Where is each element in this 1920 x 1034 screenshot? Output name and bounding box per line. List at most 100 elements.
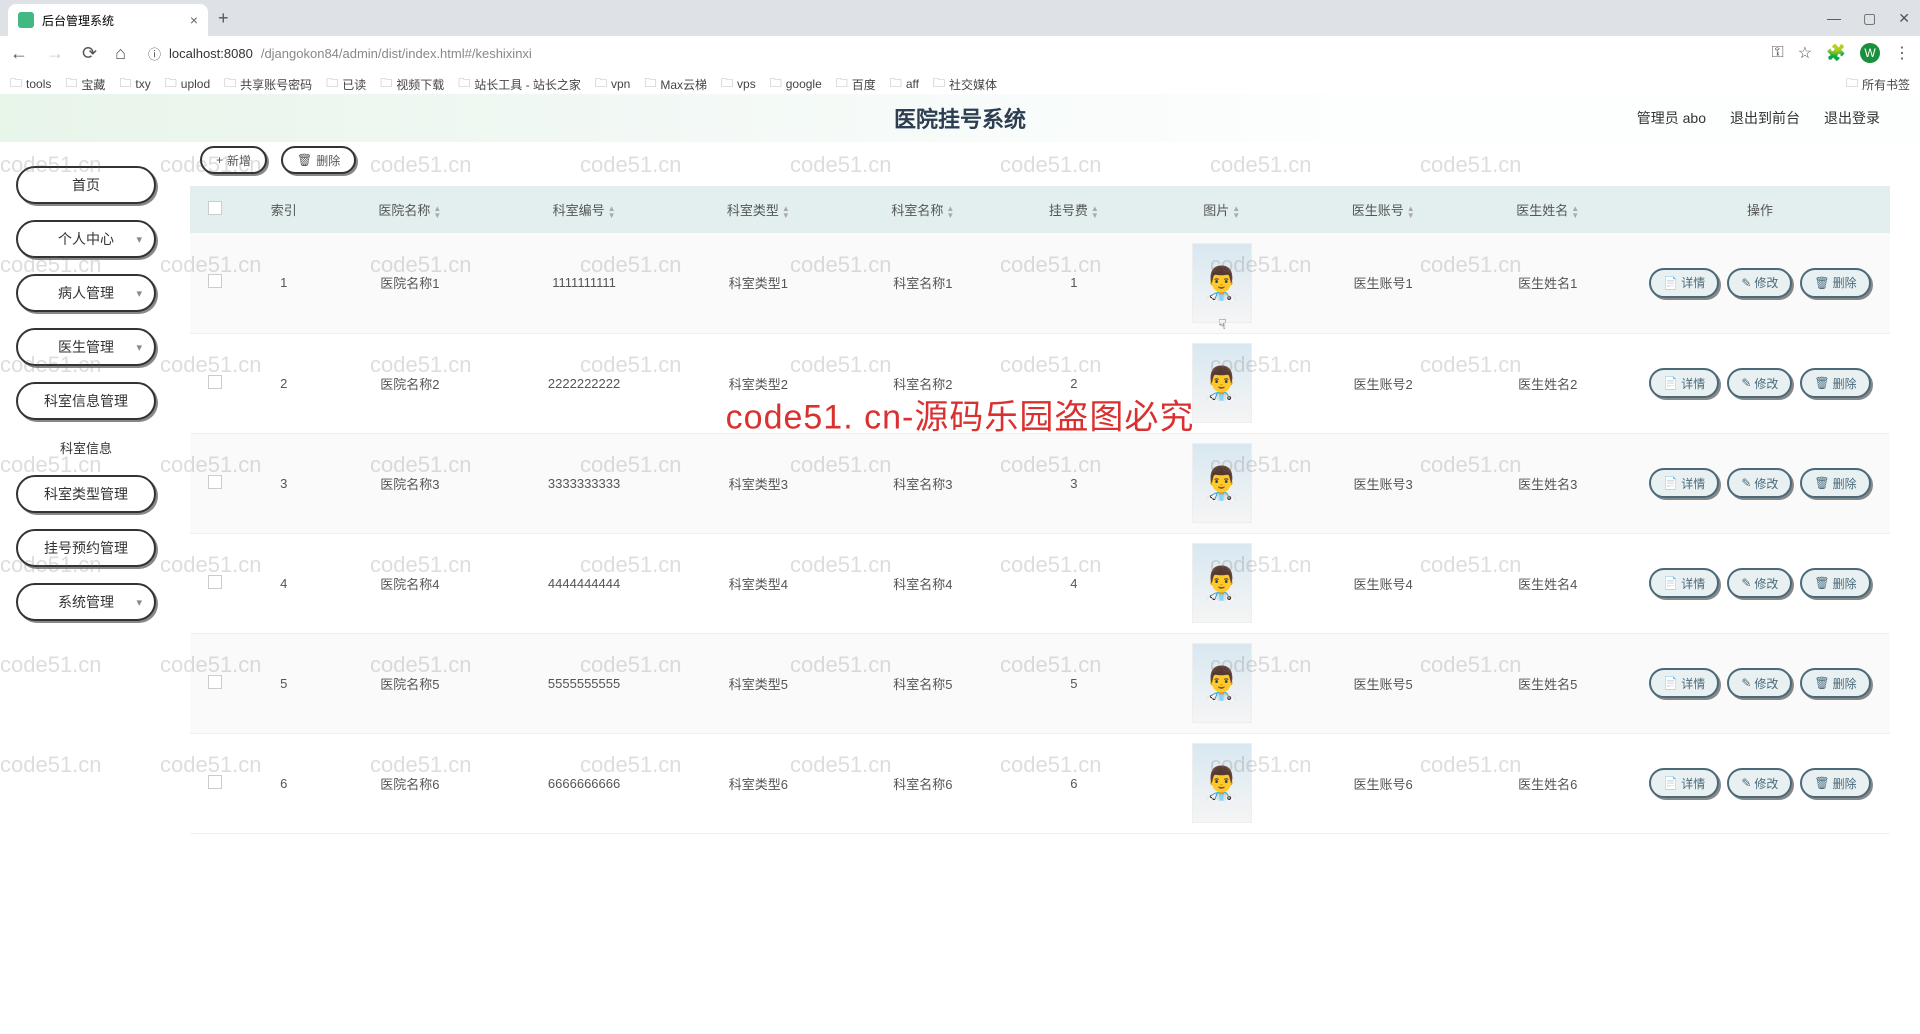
sort-icon[interactable]: ▲▼ [1232, 205, 1240, 219]
extensions-icon[interactable]: 🧩 [1826, 43, 1846, 63]
table-header-cell[interactable]: 科室编号▲▼ [492, 186, 676, 233]
sort-icon[interactable]: ▲▼ [608, 205, 616, 219]
row-checkbox[interactable] [208, 675, 222, 689]
sidebar-item[interactable]: 系统管理▾ [16, 583, 156, 621]
doctor-image[interactable] [1192, 543, 1252, 623]
nav-home-icon[interactable]: ⌂ [115, 43, 126, 64]
bookmark-item[interactable]: 🗀 vps [721, 74, 756, 95]
bookmark-item[interactable]: 🗀 视频下载 [380, 74, 444, 95]
sort-icon[interactable]: ▲▼ [946, 205, 954, 219]
table-header-cell[interactable]: 医生姓名▲▼ [1465, 186, 1630, 233]
detail-button[interactable]: 📄详情 [1649, 768, 1719, 798]
nav-back-icon[interactable]: ← [10, 43, 28, 64]
row-checkbox[interactable] [208, 475, 222, 489]
table-header-cell[interactable]: 医生账号▲▼ [1301, 186, 1466, 233]
add-button[interactable]: + 新增 [200, 146, 267, 174]
table-cell [1143, 533, 1301, 633]
doctor-image[interactable] [1192, 343, 1252, 423]
sort-icon[interactable]: ▲▼ [1091, 205, 1099, 219]
sidebar-item[interactable]: 首页 [16, 166, 156, 204]
header-label: 挂号费 [1049, 203, 1088, 218]
doctor-image[interactable] [1192, 643, 1252, 723]
sidebar-sub-item[interactable]: 科室信息 [16, 432, 156, 463]
row-checkbox[interactable] [208, 775, 222, 789]
bookmark-item[interactable]: 🗀 站长工具 - 站长之家 [458, 74, 581, 95]
sort-icon[interactable]: ▲▼ [1571, 205, 1579, 219]
sidebar-item[interactable]: 个人中心▾ [16, 220, 156, 258]
exit-front-link[interactable]: 退出到前台 [1730, 108, 1800, 128]
row-delete-button[interactable]: 🗑删除 [1800, 768, 1870, 798]
bookmark-item[interactable]: 🗀 宝藏 [65, 74, 105, 95]
table-header-cell[interactable]: 图片▲▼ [1143, 186, 1301, 233]
row-delete-button[interactable]: 🗑删除 [1800, 468, 1870, 498]
url-input[interactable]: ⓘ localhost:8080/djangokon84/admin/dist/… [138, 39, 1760, 67]
row-delete-button[interactable]: 🗑删除 [1800, 668, 1870, 698]
bookmark-item[interactable]: 🗀 百度 [836, 74, 876, 95]
select-all-checkbox[interactable] [208, 201, 222, 215]
all-bookmarks[interactable]: 🗀 所有书签 [1846, 74, 1910, 95]
bookmark-item[interactable]: 🗀 txy [119, 74, 150, 95]
detail-button[interactable]: 📄详情 [1649, 468, 1719, 498]
bookmark-item[interactable]: 🗀 社交媒体 [933, 74, 997, 95]
bookmark-item[interactable]: 🗀 tools [10, 74, 51, 95]
edit-button[interactable]: ✎修改 [1727, 368, 1792, 398]
minimize-icon[interactable]: — [1827, 10, 1841, 26]
table-header-cell[interactable]: 科室名称▲▼ [841, 186, 1006, 233]
sidebar-item[interactable]: 医生管理▾ [16, 328, 156, 366]
folder-icon: 🗀 [836, 74, 848, 95]
sidebar-item[interactable]: 挂号预约管理 [16, 529, 156, 567]
sort-icon[interactable]: ▲▼ [1407, 205, 1415, 219]
tab-add-icon[interactable]: + [218, 8, 229, 29]
sidebar-item[interactable]: 科室信息管理 [16, 382, 156, 420]
delete-button[interactable]: 🗑 删除 [281, 146, 356, 174]
doctor-image[interactable] [1192, 443, 1252, 523]
bookmark-item[interactable]: 🗀 Max云梯 [644, 74, 707, 95]
table-cell [1143, 633, 1301, 733]
row-checkbox[interactable] [208, 274, 222, 288]
row-delete-button[interactable]: 🗑删除 [1800, 368, 1870, 398]
tab-title: 后台管理系统 [42, 12, 114, 29]
edit-button[interactable]: ✎修改 [1727, 468, 1792, 498]
edit-button[interactable]: ✎修改 [1727, 568, 1792, 598]
detail-button[interactable]: 📄详情 [1649, 668, 1719, 698]
edit-button[interactable]: ✎修改 [1727, 668, 1792, 698]
row-checkbox[interactable] [208, 575, 222, 589]
logout-link[interactable]: 退出登录 [1824, 108, 1880, 128]
profile-badge[interactable]: W [1860, 43, 1880, 63]
tab-close-icon[interactable]: × [190, 12, 198, 28]
doctor-image[interactable] [1192, 743, 1252, 823]
detail-button[interactable]: 📄详情 [1649, 368, 1719, 398]
bookmark-item[interactable]: 🗀 已读 [326, 74, 366, 95]
bookmark-item[interactable]: 🗀 vpn [595, 74, 630, 95]
password-key-icon[interactable]: ⚿ [1772, 44, 1784, 62]
edit-button[interactable]: ✎修改 [1727, 268, 1792, 298]
bookmark-item[interactable]: 🗀 uplod [165, 74, 210, 95]
table-header-cell[interactable]: 科室类型▲▼ [676, 186, 841, 233]
edit-button[interactable]: ✎修改 [1727, 768, 1792, 798]
sidebar-item-label: 首页 [72, 175, 100, 195]
doctor-image[interactable] [1192, 243, 1252, 323]
sort-icon[interactable]: ▲▼ [782, 205, 790, 219]
maximize-icon[interactable]: ▢ [1863, 10, 1876, 27]
row-delete-button[interactable]: 🗑删除 [1800, 568, 1870, 598]
bookmark-item[interactable]: 🗀 共享账号密码 [224, 74, 312, 95]
detail-button[interactable]: 📄详情 [1649, 268, 1719, 298]
sidebar-item[interactable]: 科室类型管理 [16, 475, 156, 513]
table-cell [190, 533, 240, 633]
table-header-cell[interactable]: 医院名称▲▼ [328, 186, 493, 233]
bookmark-star-icon[interactable]: ☆ [1798, 43, 1812, 63]
admin-label[interactable]: 管理员 abo [1637, 108, 1706, 128]
sort-icon[interactable]: ▲▼ [433, 205, 441, 219]
bookmark-item[interactable]: 🗀 aff [890, 74, 919, 95]
bookmark-item[interactable]: 🗀 google [770, 74, 822, 95]
close-window-icon[interactable]: ✕ [1898, 10, 1910, 27]
row-delete-button[interactable]: 🗑删除 [1800, 268, 1870, 298]
menu-dots-icon[interactable]: ⋮ [1894, 43, 1910, 63]
sidebar-item[interactable]: 病人管理▾ [16, 274, 156, 312]
browser-tab[interactable]: 后台管理系统 × [8, 4, 208, 36]
detail-button[interactable]: 📄详情 [1649, 568, 1719, 598]
nav-reload-icon[interactable]: ⟳ [82, 43, 97, 64]
site-info-icon[interactable]: ⓘ [148, 44, 161, 63]
row-checkbox[interactable] [208, 375, 222, 389]
table-header-cell[interactable]: 挂号费▲▼ [1005, 186, 1142, 233]
